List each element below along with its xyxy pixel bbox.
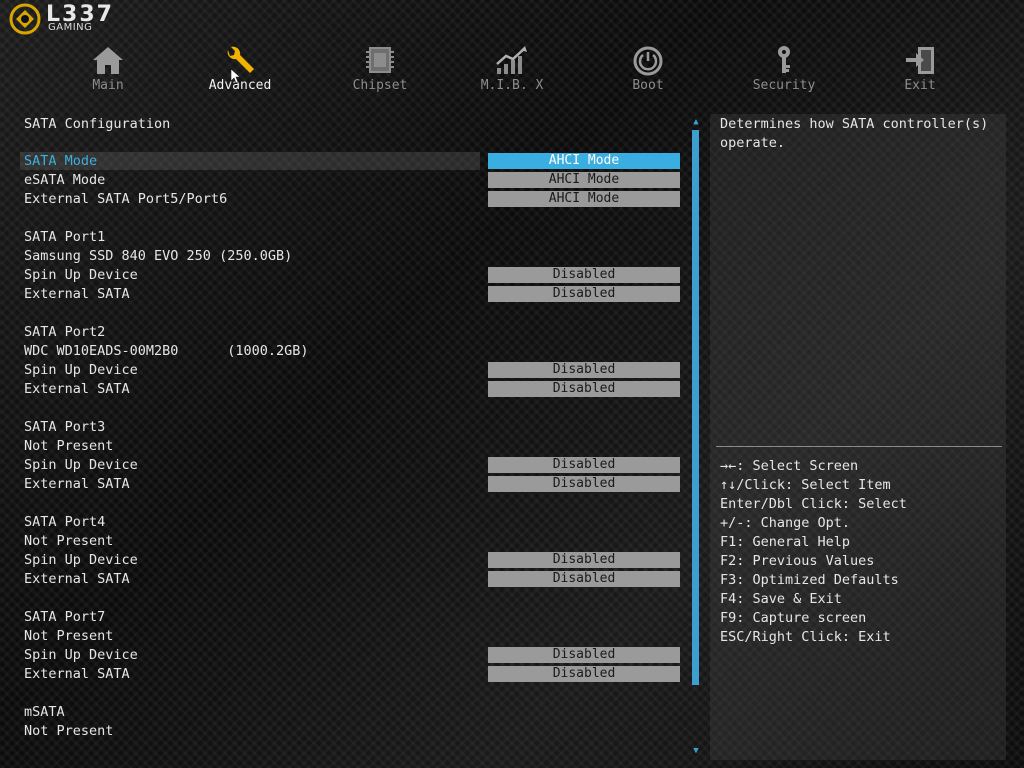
external-sata-value[interactable]: Disabled xyxy=(488,666,680,682)
spin-up-label[interactable]: Spin Up Device xyxy=(20,266,480,284)
tab-exit-label: Exit xyxy=(904,78,936,93)
logo-sub-text: GAMING xyxy=(48,22,93,33)
help-description: Determines how SATA controller(s) operat… xyxy=(720,116,989,151)
external-sata-value[interactable]: Disabled xyxy=(488,286,680,302)
ext-port56-label[interactable]: External SATA Port5/Port6 xyxy=(20,190,480,208)
top-tab-bar: Main Advanced Chipset M.I.B. X Boot Secu… xyxy=(0,40,1024,100)
external-sata-label[interactable]: External SATA xyxy=(20,475,480,493)
scroll-down-arrow-icon[interactable]: ▼ xyxy=(691,746,701,756)
exit-icon xyxy=(906,47,934,74)
help-panel xyxy=(710,114,1006,760)
external-sata-label[interactable]: External SATA xyxy=(20,380,480,398)
spin-up-value[interactable]: Disabled xyxy=(488,552,680,568)
spin-up-value[interactable]: Disabled xyxy=(488,647,680,663)
key-legend: →←: Select Screen ↑↓/Click: Select Item … xyxy=(720,457,1010,647)
home-icon xyxy=(93,47,123,74)
port-name: SATA Port2 xyxy=(24,324,106,340)
tab-mibx[interactable]: M.I.B. X xyxy=(462,40,562,96)
spin-up-label[interactable]: Spin Up Device xyxy=(20,361,480,379)
tab-main-label: Main xyxy=(92,78,124,93)
brand-logo: L337 GAMING xyxy=(8,2,138,36)
port-name: SATA Port7 xyxy=(24,609,106,625)
key-hint: →←: Select Screen xyxy=(720,458,859,474)
sata-mode-label[interactable]: SATA Mode xyxy=(20,152,480,170)
mouse-cursor-icon xyxy=(231,69,241,83)
spin-up-label[interactable]: Spin Up Device xyxy=(20,456,480,474)
tab-advanced[interactable]: Advanced xyxy=(190,40,290,96)
key-icon xyxy=(778,46,790,73)
key-hint: ESC/Right Click: Exit xyxy=(720,629,891,645)
key-hint: F4: Save & Exit xyxy=(720,591,842,607)
key-hint: F9: Capture screen xyxy=(720,610,867,626)
port-name: SATA Port1 xyxy=(24,229,106,245)
chart-icon xyxy=(496,46,527,74)
spin-up-label[interactable]: Spin Up Device xyxy=(20,646,480,664)
scroll-up-arrow-icon[interactable]: ▲ xyxy=(691,117,701,127)
sata-mode-value[interactable]: AHCI Mode xyxy=(488,153,680,169)
tab-security[interactable]: Security xyxy=(734,40,834,96)
chip-icon xyxy=(366,47,394,73)
external-sata-value[interactable]: Disabled xyxy=(488,476,680,492)
key-hint: ↑↓/Click: Select Item xyxy=(720,477,891,493)
port-device: Not Present xyxy=(24,438,114,454)
key-hint: F1: General Help xyxy=(720,534,851,550)
key-hint: Enter/Dbl Click: Select xyxy=(720,496,907,512)
tab-boot[interactable]: Boot xyxy=(598,40,698,96)
external-sata-label[interactable]: External SATA xyxy=(20,665,480,683)
spin-up-value[interactable]: Disabled xyxy=(488,457,680,473)
ext-port56-value[interactable]: AHCI Mode xyxy=(488,191,680,207)
tab-mibx-label: M.I.B. X xyxy=(480,78,544,93)
port-name: SATA Port4 xyxy=(24,514,106,530)
external-sata-label[interactable]: External SATA xyxy=(20,570,480,588)
tab-chipset[interactable]: Chipset xyxy=(330,40,430,96)
key-hint: F3: Optimized Defaults xyxy=(720,572,899,588)
esata-mode-value[interactable]: AHCI Mode xyxy=(488,172,680,188)
key-hint: F2: Previous Values xyxy=(720,553,875,569)
tab-chipset-label: Chipset xyxy=(352,78,408,93)
help-divider xyxy=(716,446,1002,447)
port-device: Samsung SSD 840 EVO 250 (250.0GB) xyxy=(24,248,293,264)
spin-up-value[interactable]: Disabled xyxy=(488,362,680,378)
scrollbar-thumb[interactable] xyxy=(692,130,699,685)
power-icon xyxy=(633,46,663,76)
section-title: SATA Configuration xyxy=(24,116,171,132)
port-device: Not Present xyxy=(24,628,114,644)
key-hint: +/-: Change Opt. xyxy=(720,515,851,531)
esata-mode-label[interactable]: eSATA Mode xyxy=(20,171,480,189)
port-name: SATA Port3 xyxy=(24,419,106,435)
port-device: WDC WD10EADS-00M2B0 (1000.2GB) xyxy=(24,343,309,359)
msata-name: mSATA xyxy=(24,704,65,720)
external-sata-value[interactable]: Disabled xyxy=(488,381,680,397)
tab-boot-label: Boot xyxy=(632,78,664,93)
tab-exit[interactable]: Exit xyxy=(870,40,970,96)
spin-up-label[interactable]: Spin Up Device xyxy=(20,551,480,569)
external-sata-label[interactable]: External SATA xyxy=(20,285,480,303)
tab-main[interactable]: Main xyxy=(58,40,158,96)
tab-security-label: Security xyxy=(752,78,816,93)
port-device: Not Present xyxy=(24,533,114,549)
external-sata-value[interactable]: Disabled xyxy=(488,571,680,587)
msata-device: Not Present xyxy=(24,723,114,739)
spin-up-value[interactable]: Disabled xyxy=(488,267,680,283)
logo-emblem-icon xyxy=(9,3,41,35)
